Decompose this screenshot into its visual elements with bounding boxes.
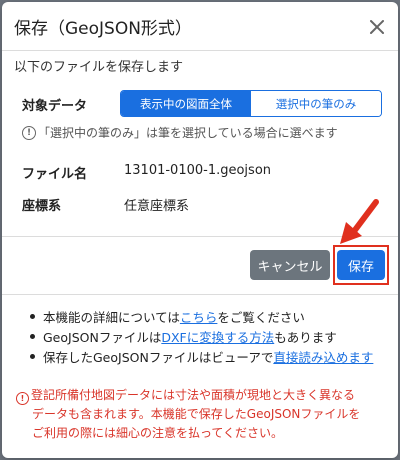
list-item: 保存したGeoJSONファイルはビューアで 直接読み込めます	[30, 346, 373, 366]
target-data-toggle: 表示中の図面全体 選択中の筆のみ	[120, 90, 382, 117]
target-data-hint: ! 「選択中の筆のみ」は筆を選択している場合に選べます	[22, 124, 338, 141]
save-geojson-dialog: 保存（GeoJSON形式） 以下のファイルを保存します 対象データ 表示中の図面…	[2, 2, 398, 458]
note-text: 保存したGeoJSONファイルはビューアで	[43, 349, 274, 365]
list-item: GeoJSONファイルは DXFに変換する方法 もあります	[30, 326, 373, 346]
note-text: をご覧ください	[217, 309, 305, 325]
note-text: もあります	[274, 329, 337, 345]
dialog-header: 保存（GeoJSON形式）	[2, 2, 398, 52]
list-item: 本機能の詳細については こちら をご覧ください	[30, 306, 373, 326]
crs-label: 座標系	[22, 199, 62, 214]
cancel-button[interactable]: キャンセル	[250, 250, 330, 280]
option-whole-drawing[interactable]: 表示中の図面全体	[121, 91, 251, 116]
bullet	[30, 353, 35, 359]
warning-message: ! 登記所備付地図データには寸法や面積が現地と大きく異なる データも含まれます。本…	[16, 386, 386, 443]
notes-list: 本機能の詳細については こちら をご覧ください GeoJSONファイルは DXF…	[30, 306, 373, 366]
warning-icon: !	[16, 392, 29, 405]
note-text: GeoJSONファイルは	[43, 329, 162, 345]
warning-text: データも含まれます。本機能で保存したGeoJSONファイルを	[32, 407, 361, 421]
header-divider	[2, 50, 398, 51]
close-button[interactable]	[366, 16, 388, 38]
hint-text: 「選択中の筆のみ」は筆を選択している場合に選べます	[38, 126, 338, 140]
crs-value: 任意座標系	[124, 199, 190, 214]
warning-text: ご利用の際には細心の注意を払ってください。	[32, 426, 284, 440]
dxf-convert-link[interactable]: DXFに変換する方法	[161, 327, 274, 346]
dialog-title: 保存（GeoJSON形式）	[14, 19, 192, 39]
save-button[interactable]: 保存	[337, 250, 385, 280]
footer-divider	[2, 294, 398, 295]
bullet	[30, 333, 35, 339]
close-icon	[370, 20, 384, 34]
option-selected-parcels[interactable]: 選択中の筆のみ	[251, 91, 381, 116]
pointer-arrow-icon	[340, 199, 379, 244]
warning-line: ! 登記所備付地図データには寸法や面積が現地と大きく異なる	[16, 386, 386, 405]
warning-text: 登記所備付地図データには寸法や面積が現地と大きく異なる	[31, 388, 356, 402]
file-name-label: ファイル名	[22, 167, 88, 182]
info-icon: !	[22, 125, 36, 140]
target-data-label: 対象データ	[22, 99, 88, 114]
bullet	[30, 313, 35, 319]
dialog-intro: 以下のファイルを保存します	[14, 60, 184, 75]
file-name-value: 13101-0100-1.geojson	[124, 163, 272, 178]
details-link[interactable]: こちら	[180, 307, 218, 326]
viewer-load-link[interactable]: 直接読み込めます	[273, 347, 373, 366]
note-text: 本機能の詳細については	[43, 309, 180, 325]
